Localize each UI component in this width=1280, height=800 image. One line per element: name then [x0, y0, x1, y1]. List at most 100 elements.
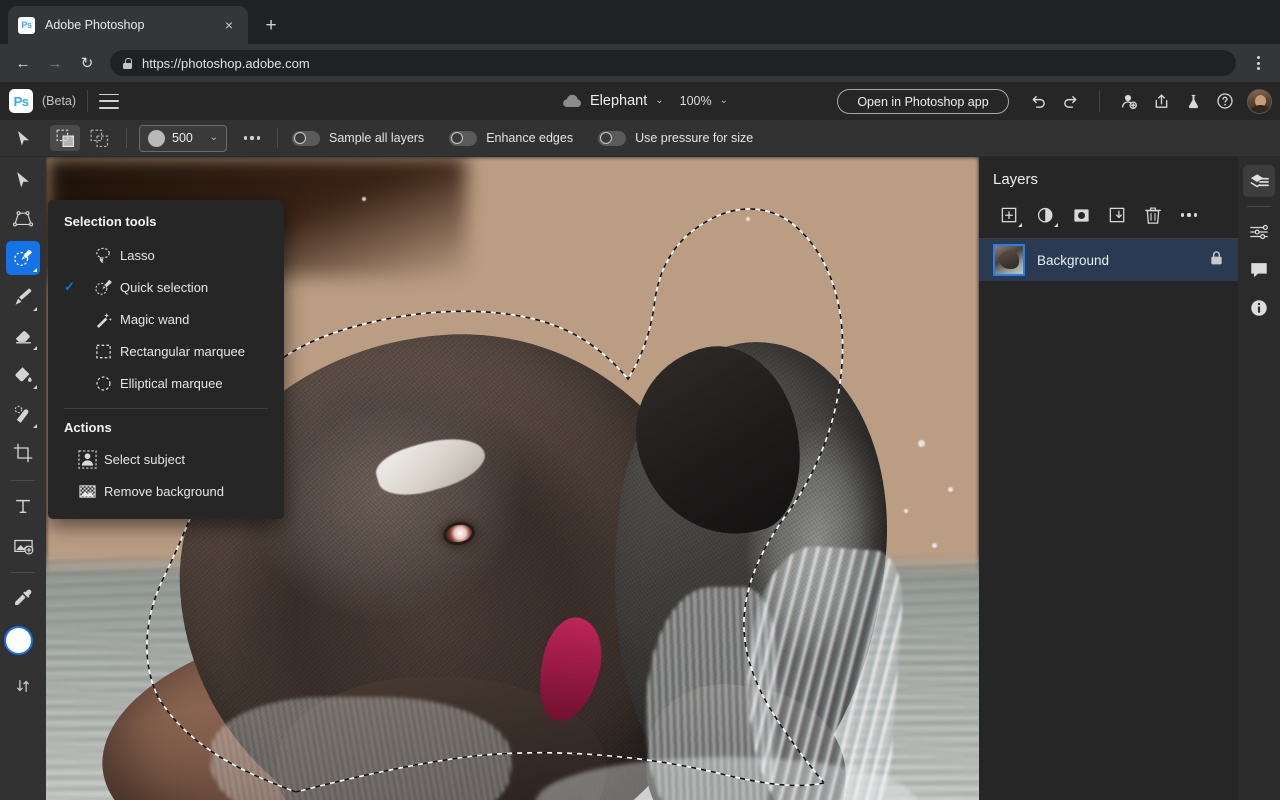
menu-item-label: Magic wand	[120, 311, 190, 327]
eyedropper-tool[interactable]	[6, 581, 40, 615]
properties-panel-button[interactable]	[1243, 216, 1275, 248]
reload-icon[interactable]: ↻	[72, 48, 102, 78]
info-panel-button[interactable]	[1243, 292, 1275, 324]
menu-item-select-subject[interactable]: Select subject	[48, 443, 284, 475]
zoom-level[interactable]: 100%	[680, 94, 712, 108]
panel-title: Layers	[993, 171, 1039, 188]
menu-item-label: Elliptical marquee	[120, 375, 223, 391]
document-title[interactable]: Elephant	[590, 93, 647, 109]
browser-toolbar: ← → ↻ https://photoshop.adobe.com	[0, 44, 1280, 82]
flyout-indicator	[33, 268, 37, 272]
flask-icon[interactable]	[1179, 87, 1207, 115]
app-header: Ps (Beta) Elephant ⌄ 100% ⌄ Open in Phot…	[0, 82, 1280, 120]
layer-more-button[interactable]	[1171, 200, 1207, 230]
menu-item-remove-background[interactable]: Remove background	[48, 475, 284, 507]
water-splash-left	[211, 697, 511, 800]
use-pressure-for-size-toggle[interactable]	[598, 130, 627, 146]
add-layer-button[interactable]	[991, 200, 1027, 230]
flyout-indicator	[1054, 223, 1058, 227]
move-tool[interactable]	[6, 163, 40, 197]
foreground-color-swatch[interactable]	[4, 626, 33, 655]
back-icon[interactable]: ←	[8, 48, 38, 78]
color-swatches[interactable]	[3, 626, 43, 672]
layer-item-background[interactable]: Background	[979, 239, 1238, 281]
layers-panel-button[interactable]	[1243, 165, 1275, 197]
zoom-chevron-down-icon[interactable]: ⌄	[720, 96, 728, 106]
quick-selection-tool[interactable]	[6, 241, 40, 275]
hamburger-icon[interactable]	[99, 93, 120, 109]
sample-all-layers-toggle[interactable]	[292, 130, 320, 146]
share-icon[interactable]	[1147, 87, 1175, 115]
menu-item-rectangular-marquee[interactable]: Rectangular marquee	[48, 335, 284, 367]
water-droplet	[948, 487, 953, 492]
transform-tool[interactable]	[6, 202, 40, 236]
adjustment-layer-button[interactable]	[1027, 200, 1063, 230]
more-options-icon[interactable]	[239, 125, 265, 151]
selection-tools-menu: Selection tools Lasso ✓ Quick selection	[48, 200, 284, 519]
chevron-down-icon[interactable]: ⌄	[655, 96, 663, 106]
layer-mask-button[interactable]	[1063, 200, 1099, 230]
redo-icon[interactable]	[1056, 87, 1084, 115]
rectangular-marquee-icon	[86, 342, 120, 361]
layers-panel: Layers Background	[979, 157, 1238, 800]
menu-item-lasso[interactable]: Lasso	[48, 239, 284, 271]
forward-icon[interactable]: →	[40, 48, 70, 78]
subtract-from-selection-icon[interactable]	[84, 125, 114, 151]
brush-chevron-down-icon[interactable]: ⌄	[210, 133, 218, 143]
help-icon[interactable]	[1211, 87, 1239, 115]
header-divider-2	[1099, 90, 1100, 112]
delete-layer-button[interactable]	[1135, 200, 1171, 230]
water-droplet	[932, 543, 937, 548]
crop-tool[interactable]	[6, 436, 40, 470]
select-subject-icon	[70, 449, 104, 469]
photoshop-logo-icon: Ps	[9, 89, 33, 113]
undo-icon[interactable]	[1024, 87, 1052, 115]
option-toggles: Sample all layers Enhance edges Use pres…	[292, 130, 769, 146]
rail-divider	[1247, 206, 1271, 207]
open-in-photoshop-app-button[interactable]: Open in Photoshop app	[837, 89, 1009, 114]
clipping-mask-button[interactable]	[1099, 200, 1135, 230]
kebab-menu-icon[interactable]	[1244, 49, 1272, 77]
add-to-selection-icon[interactable]	[50, 125, 80, 151]
address-bar[interactable]: https://photoshop.adobe.com	[110, 50, 1236, 76]
browser-tab[interactable]: Ps Adobe Photoshop ×	[8, 6, 248, 44]
add-collaborator-icon[interactable]	[1115, 87, 1143, 115]
close-icon[interactable]: ×	[220, 16, 238, 34]
browser-tab-title: Adobe Photoshop	[45, 18, 145, 32]
swap-colors-icon[interactable]	[15, 678, 31, 697]
menu-item-label: Rectangular marquee	[120, 343, 246, 359]
panel-rail	[1238, 157, 1280, 800]
new-tab-button[interactable]: +	[258, 12, 284, 38]
fill-tool[interactable]	[6, 358, 40, 392]
flyout-indicator	[33, 385, 37, 389]
brush-tool[interactable]	[6, 280, 40, 314]
cursor-arrow-icon[interactable]	[0, 120, 46, 157]
address-bar-url: https://photoshop.adobe.com	[142, 55, 310, 71]
eraser-tool[interactable]	[6, 319, 40, 353]
brush-size-control[interactable]: 500 ⌄	[139, 124, 227, 152]
beta-label: (Beta)	[42, 94, 77, 108]
enhance-edges-label: Enhance edges	[486, 131, 574, 145]
place-image-tool[interactable]	[6, 528, 40, 562]
flyout-indicator	[33, 307, 37, 311]
comments-panel-button[interactable]	[1243, 254, 1275, 286]
menu-item-magic-wand[interactable]: Magic wand	[48, 303, 284, 335]
avatar[interactable]	[1247, 88, 1272, 114]
cloud-icon	[562, 94, 582, 108]
menu-item-quick-selection[interactable]: ✓ Quick selection	[48, 271, 284, 303]
image-canvas[interactable]: Selection tools Lasso ✓ Quick selection	[46, 157, 979, 800]
toolbar-divider-1	[11, 480, 35, 481]
lock-icon[interactable]	[1209, 250, 1224, 271]
menu-item-label: Select subject	[104, 451, 185, 467]
water-droplet	[918, 440, 925, 447]
enhance-edges-toggle[interactable]	[449, 130, 478, 146]
healing-tool[interactable]	[6, 397, 40, 431]
options-divider-1	[126, 128, 127, 148]
toolbar-divider-2	[11, 572, 35, 573]
elliptical-marquee-icon	[86, 374, 120, 393]
layers-panel-toolbar	[979, 194, 1238, 236]
lock-icon	[122, 57, 133, 69]
type-tool[interactable]	[6, 489, 40, 523]
menu-item-elliptical-marquee[interactable]: Elliptical marquee	[48, 367, 284, 399]
header-divider	[87, 90, 89, 112]
